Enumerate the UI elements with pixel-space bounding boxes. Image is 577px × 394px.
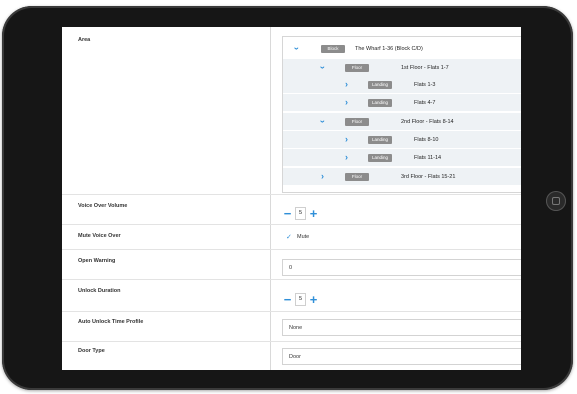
chevron-down-icon[interactable]: › xyxy=(292,47,302,50)
divider xyxy=(62,311,521,312)
voice-over-volume-label: Voice Over Volume xyxy=(78,203,128,209)
chevron-down-icon[interactable]: › xyxy=(318,66,328,69)
tree-label: Flats 1-3 xyxy=(414,81,436,88)
tree-label: 3rd Floor - Flats 15-21 xyxy=(401,173,456,180)
mute-voice-over-label: Mute Voice Over xyxy=(78,233,121,239)
tree-label: Flats 11-14 xyxy=(414,154,442,161)
tree-badge: Block xyxy=(321,44,345,53)
chevron-right-icon[interactable]: › xyxy=(345,98,348,107)
tree-row-floor[interactable]: › Floor 3rd Floor - Flats 15-21 xyxy=(283,168,521,185)
home-button[interactable] xyxy=(546,191,566,211)
minus-button[interactable]: − xyxy=(282,207,293,220)
chevron-right-icon[interactable]: › xyxy=(345,135,348,144)
tree-badge: Floor xyxy=(345,172,369,181)
tree-row-floor[interactable]: › Floor 1st Floor - Flats 1-7 xyxy=(283,59,521,76)
tree-label: The Wharf 1-36 (Block C/D) xyxy=(355,45,423,52)
tree-label: 1st Floor - Flats 1-7 xyxy=(401,64,449,71)
mute-label: Mute xyxy=(297,234,310,240)
tree-label: Flats 8-10 xyxy=(414,136,439,143)
tree-row-floor[interactable]: › Floor 2nd Floor - Flats 8-14 xyxy=(283,113,521,130)
chevron-down-icon[interactable]: › xyxy=(318,120,328,123)
plus-button[interactable]: + xyxy=(308,293,319,306)
auto-unlock-time-profile-label: Auto Unlock Time Profile xyxy=(78,319,144,325)
area-tree: › Block The Wharf 1-36 (Block C/D) › Flo… xyxy=(282,36,521,193)
divider xyxy=(62,341,521,342)
tree-badge: Floor xyxy=(345,117,369,126)
divider xyxy=(62,279,521,280)
plus-button[interactable]: + xyxy=(308,207,319,220)
unlock-duration-value[interactable]: 5 xyxy=(295,293,306,306)
tree-row-landing[interactable]: › Landing Flats 4-7 xyxy=(283,94,521,111)
divider xyxy=(62,194,521,195)
divider xyxy=(62,249,521,250)
area-label: Area xyxy=(78,37,91,43)
unlock-duration-stepper: − 5 + xyxy=(282,293,319,306)
auto-unlock-time-profile-select[interactable]: None xyxy=(282,319,521,336)
divider xyxy=(62,224,521,225)
minus-button[interactable]: − xyxy=(282,293,293,306)
tree-badge: Landing xyxy=(368,80,392,89)
tree-row-block[interactable]: › Block The Wharf 1-36 (Block C/D) xyxy=(283,40,521,57)
voice-over-volume-value[interactable]: 5 xyxy=(295,207,306,220)
tree-row-landing[interactable]: › Landing Flats 8-10 xyxy=(283,131,521,148)
door-type-label: Door Type xyxy=(78,348,105,354)
open-warning-input[interactable]: 0 xyxy=(282,259,521,276)
mute-checkbox[interactable]: ✓ Mute xyxy=(286,233,309,241)
tree-badge: Landing xyxy=(368,98,392,107)
chevron-right-icon[interactable]: › xyxy=(321,172,324,181)
checkmark-icon[interactable]: ✓ xyxy=(286,233,294,241)
open-warning-label: Open Warning xyxy=(78,258,116,264)
tree-label: Flats 4-7 xyxy=(414,99,436,106)
tree-row-landing[interactable]: › Landing Flats 1-3 xyxy=(283,76,521,93)
tree-label: 2nd Floor - Flats 8-14 xyxy=(401,118,454,125)
door-type-select[interactable]: Door xyxy=(282,348,521,365)
tree-badge: Floor xyxy=(345,63,369,72)
chevron-right-icon[interactable]: › xyxy=(345,153,348,162)
tree-badge: Landing xyxy=(368,135,392,144)
chevron-right-icon[interactable]: › xyxy=(345,80,348,89)
voice-over-volume-stepper: − 5 + xyxy=(282,207,319,220)
tree-row-landing[interactable]: › Landing Flats 11-14 xyxy=(283,149,521,166)
app-screen: Area Voice Over Volume Mute Voice Over O… xyxy=(62,27,521,370)
unlock-duration-label: Unlock Duration xyxy=(78,288,121,294)
tree-badge: Landing xyxy=(368,153,392,162)
